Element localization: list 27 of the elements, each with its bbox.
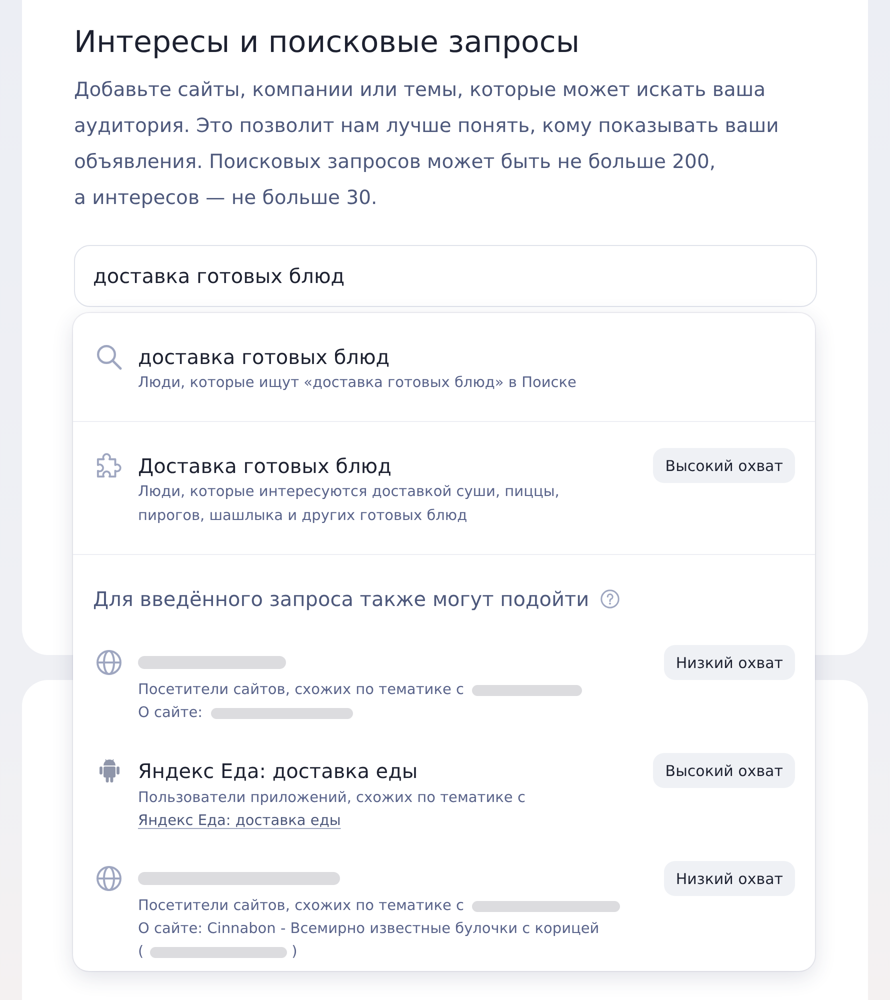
parenthesis-text: ): [292, 943, 298, 962]
suggestion-title[interactable]: Доставка готовых блюд: [138, 452, 392, 478]
suggestion-title[interactable]: Яндекс Еда: доставка еды: [138, 758, 418, 784]
app-link[interactable]: Яндекс Еда: доставка еды: [138, 813, 341, 829]
suggestion-description: Люди, которые ищут «доставка готовых блюд» в Поиске: [138, 374, 578, 393]
puzzle-icon: [96, 452, 122, 479]
about-text: О сайте: Cinnabon - Всемирно известные булочки с корицей: [138, 920, 600, 939]
similar-text: Пользователи приложений, схожих по тематике с Яндекс Еда: доставка еды: [138, 789, 526, 831]
similar-text: Посетители сайтов, схожих по тематике с: [138, 681, 464, 700]
help-icon[interactable]: [600, 589, 620, 609]
search-icon: [96, 344, 122, 370]
reach-badge: Высокий охват: [653, 753, 795, 788]
about-text: О сайте:: [138, 704, 203, 723]
related-heading: Для введённого запроса также могут подойти: [93, 586, 590, 613]
reach-badge: Низкий охват: [664, 645, 795, 680]
android-icon: [98, 758, 120, 782]
section-description: Добавьте сайты, компании или темы, которые может искать ваша аудитория. Это позволит нам лучше понять, кому показывать ваши объявления. Поисковых запросов может быть не больше 200, а интересов — не больше 30.: [74, 77, 780, 211]
parenthesis-text: (: [138, 943, 144, 962]
search-field[interactable]: доставка готовых блюд: [74, 245, 817, 307]
suggestion-description: Люди, которые интересуются доставкой суши, пиццы, пирогов, шашлыка и других готовых блюд: [138, 483, 560, 526]
reach-badge: Высокий охват: [653, 448, 795, 483]
section-title: Интересы и поисковые запросы: [74, 24, 581, 62]
reach-badge: Низкий охват: [664, 861, 795, 896]
similar-text: Посетители сайтов, схожих по тематике с: [138, 897, 464, 916]
globe-icon: [96, 649, 122, 676]
globe-icon: [96, 865, 122, 892]
suggestion-title[interactable]: доставка готовых блюд: [138, 344, 390, 370]
